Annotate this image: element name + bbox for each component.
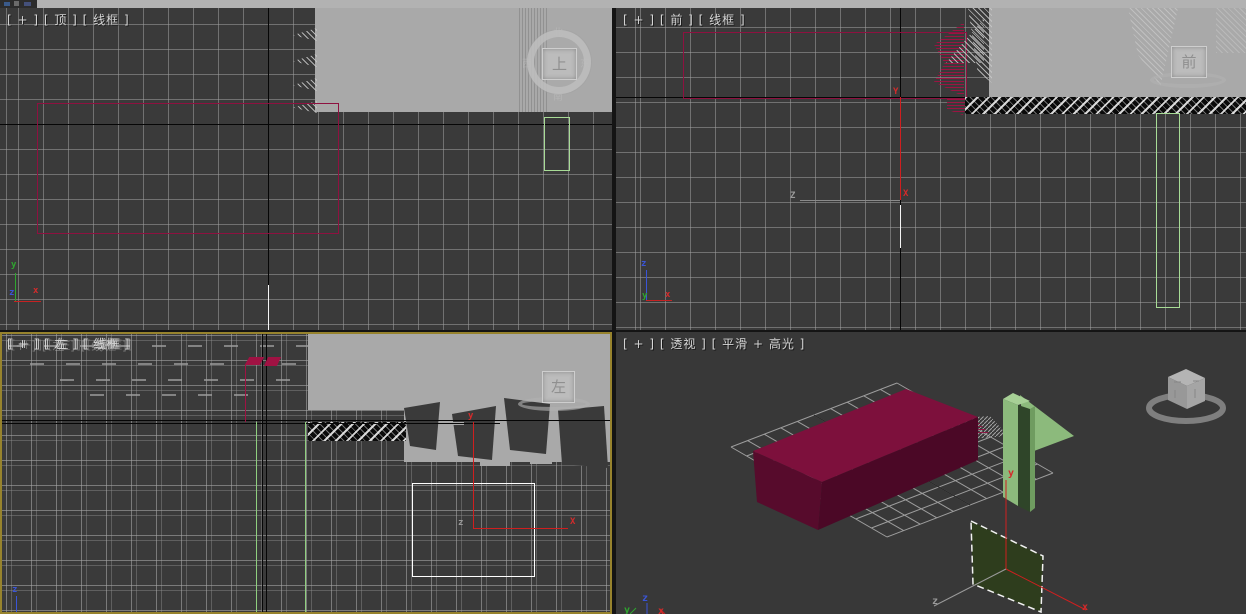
perspective-scene[interactable]: y x z y z x — [616, 332, 1246, 614]
compass-north[interactable]: 北 — [553, 24, 563, 39]
gizmo-y-label: y — [468, 412, 473, 421]
viewport-left[interactable]: [ + ] [ 左 ] [ 线框 ] — [0, 332, 612, 614]
zfight-band — [308, 422, 406, 441]
box-object[interactable] — [753, 389, 978, 530]
garble-speck — [14, 1, 19, 6]
viewcube-face-front[interactable]: 前 — [1171, 46, 1207, 78]
compass-south[interactable]: 南 — [553, 88, 563, 103]
arrow-slab-front[interactable] — [1018, 405, 1030, 512]
box-object-wire — [245, 365, 246, 422]
axis-tripod: y z x — [0, 253, 60, 313]
gizmo-x-label: x — [1082, 602, 1088, 613]
artifact-shape — [404, 402, 440, 450]
gizmo-y-axis[interactable] — [473, 422, 474, 529]
viewport-front-label[interactable]: [ + ] [ 前 ] [ 线框 ] — [623, 11, 746, 28]
gizmo-y-label: y — [1008, 468, 1014, 479]
viewcube-face-left[interactable]: 左 — [542, 371, 575, 403]
gizmo-z-axis[interactable] — [800, 200, 900, 201]
arrow-slab-right[interactable] — [1030, 406, 1035, 512]
toolbar-remnant-garble — [0, 0, 37, 8]
y-axis-line — [15, 273, 16, 301]
plane-object-wire[interactable] — [305, 422, 306, 614]
axis-tripod: z y x — [616, 253, 696, 313]
window-top-strip — [0, 0, 1246, 8]
arrow-object[interactable] — [1003, 393, 1074, 512]
y-axis-label: y — [642, 292, 647, 301]
plane-object-selected[interactable] — [971, 521, 1043, 612]
artifact-shape — [558, 406, 608, 468]
render-artifact — [30, 363, 340, 365]
arrow-slab-left[interactable] — [1003, 399, 1018, 506]
viewport-top[interactable]: [ + ] [ 顶 ] [ 线框 ] 上 北 南 西 东 y z x — [0, 8, 612, 330]
render-artifact — [60, 379, 300, 381]
artifact-dash — [430, 454, 456, 458]
render-artifact — [293, 28, 317, 41]
viewport-perspective[interactable]: [ + ] [ 透视 ] [ 平滑 + 高光 ] — [616, 332, 1246, 614]
render-artifact — [293, 54, 317, 67]
grid-axis-line — [262, 332, 263, 614]
x-axis-label: x — [33, 287, 38, 296]
viewcube[interactable] — [1149, 369, 1223, 421]
render-artifact — [90, 394, 260, 396]
viewport-perspective-label[interactable]: [ + ] [ 透视 ] [ 平滑 + 高光 ] — [623, 335, 805, 352]
gizmo-z-label: z — [932, 596, 938, 607]
gizmo-y-label: Y — [893, 88, 898, 97]
gizmo-z-label: Z — [790, 192, 795, 201]
gizmo-z-label: z — [458, 519, 463, 528]
axis-tripod: y z x — [624, 593, 665, 614]
grid-axis-line — [266, 332, 267, 614]
plane-object-wire[interactable] — [544, 117, 570, 171]
z-axis-line — [16, 596, 17, 614]
garble-speck — [4, 2, 10, 6]
viewcube-face-top[interactable]: 上 — [542, 48, 577, 80]
grid-axis-line — [0, 420, 612, 421]
garble-speck — [24, 2, 31, 6]
zfight-band — [965, 97, 1246, 114]
x-axis-label: x — [658, 606, 664, 614]
grid-axis-line — [0, 423, 500, 424]
render-artifact — [293, 78, 317, 91]
plane-object-wire[interactable] — [1156, 113, 1180, 308]
z-axis-label: z — [642, 593, 648, 604]
max-four-viewport-area: [ + ] [ 顶 ] [ 线框 ] 上 北 南 西 东 y z x — [0, 0, 1246, 614]
viewport-front[interactable]: [ + ] [ 前 ] [ 线框 ] 前 Y X Z z — [616, 8, 1246, 330]
y-axis-label: y — [624, 605, 630, 614]
gizmo-y-axis[interactable] — [900, 97, 901, 200]
artifact-dash — [480, 462, 510, 466]
viewport-left-label[interactable]: [ + ] [ 左 ] [ 线框 ] — [7, 335, 130, 352]
y-axis-label: y — [11, 261, 16, 270]
x-axis-line — [14, 301, 41, 302]
z-axis-label: z — [641, 260, 646, 269]
gizmo-axis-white[interactable] — [268, 285, 269, 330]
x-axis-line — [646, 300, 672, 301]
axis-tripod: z — [0, 582, 60, 614]
z-axis-label: z — [9, 289, 14, 298]
compass-east[interactable]: 东 — [580, 55, 590, 70]
gizmo-x-label: X — [570, 518, 575, 527]
gizmo-x-label: X — [903, 190, 908, 199]
artifact-dash — [530, 460, 552, 464]
artifact-shape — [452, 406, 496, 460]
z-axis-label: z — [12, 586, 17, 595]
compass-west[interactable]: 西 — [522, 55, 532, 70]
x-axis-label: x — [665, 291, 670, 300]
box-object-wire[interactable] — [683, 32, 967, 99]
render-artifact — [1216, 8, 1246, 53]
viewport-top-label[interactable]: [ + ] [ 顶 ] [ 线框 ] — [7, 11, 130, 28]
gizmo-axis-white[interactable] — [900, 205, 901, 248]
box-object-wire[interactable] — [37, 103, 339, 234]
gizmo-x-axis[interactable] — [473, 528, 568, 529]
plane-object-wire[interactable] — [256, 422, 257, 614]
